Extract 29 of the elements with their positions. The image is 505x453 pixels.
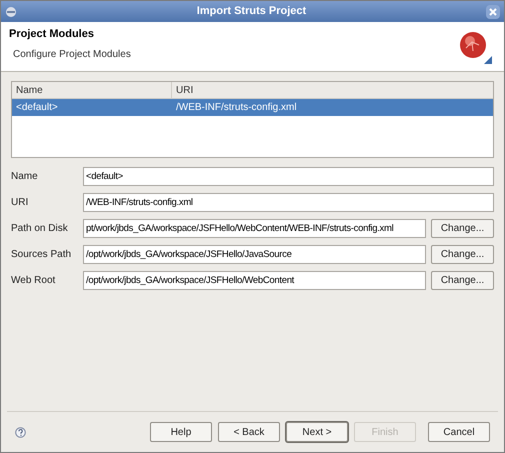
column-header[interactable]: Name [12,82,172,98]
table-row[interactable]: <default> /WEB-INF/struts-config.xml [12,99,493,116]
field-label: URI [11,196,30,210]
dialog-button[interactable]: Cancel [428,422,490,442]
close-icon [489,8,497,16]
page-title: Project Modules [9,27,95,42]
close-button[interactable] [486,4,500,18]
page-subtitle: Configure Project Modules [13,48,132,62]
input-field[interactable]: <default> [83,167,494,186]
table-cell-text: /WEB-INF/struts-config.xml [175,101,298,115]
field-label: Web Root [11,274,56,288]
input-field[interactable]: /WEB-INF/struts-config.xml [83,193,494,212]
dialog-button[interactable]: Help [150,422,212,442]
window-title: Import Struts Project [196,4,308,20]
change-button[interactable]: Change... [431,271,494,290]
field-label: Name [11,170,39,184]
change-button[interactable]: Change... [431,219,494,238]
table-cell-text: <default> [15,101,59,115]
input-field[interactable]: pt/work/jbds_GA/workspace/JSFHello/WebContent/WEB-INF/struts-config.xml [83,219,426,238]
dialog-button[interactable]: Next > [286,422,348,442]
help-icon[interactable] [15,426,26,438]
field-label: Path on Disk [11,222,69,236]
change-button[interactable]: Change... [431,245,494,264]
field-label: Sources Path [11,248,72,262]
dialog-button[interactable]: < Back [218,422,280,442]
input-field[interactable]: /opt/work/jbds_GA/workspace/JSFHello/WebContent [83,271,426,290]
app-icon [5,6,17,18]
input-field[interactable]: /opt/work/jbds_GA/workspace/JSFHello/JavaSource [83,245,426,264]
column-header[interactable]: URI [172,82,493,98]
